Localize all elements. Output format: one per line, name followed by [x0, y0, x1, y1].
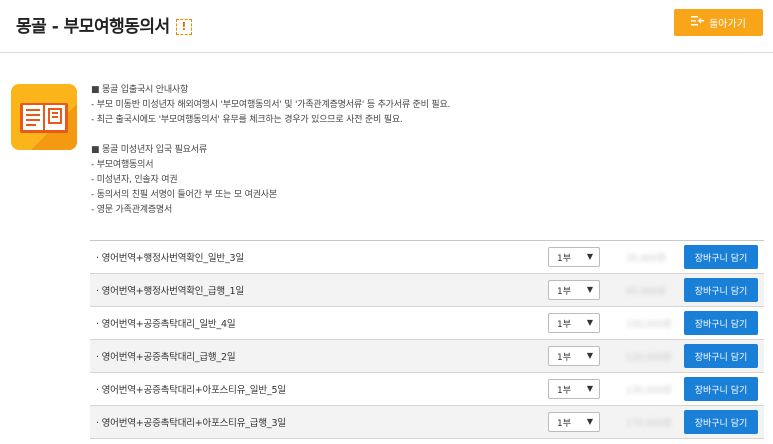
document-icon: [11, 84, 77, 150]
table-row: · 영어번역+공증촉탁대리+아포스티유_일반_5일 1부 ▼ 130,000원 장…: [90, 373, 764, 406]
quantity-select[interactable]: 1부 ▼: [548, 280, 600, 300]
back-button-label: 돌아가기: [709, 19, 746, 30]
add-to-cart-button[interactable]: 장바구니 담기: [684, 245, 758, 269]
add-to-cart-button[interactable]: 장바구니 담기: [684, 311, 758, 335]
quantity-select[interactable]: 1부 ▼: [548, 313, 600, 333]
product-name: · 영어번역+행정사번역확인_급행_1일: [96, 286, 244, 297]
product-name: · 영어번역+공증촉탁대리+아포스티유_급행_3일: [96, 418, 286, 429]
product-name: · 영어번역+공증촉탁대리_일반_4일: [96, 319, 236, 330]
price: 45,000원: [626, 286, 666, 297]
product-name: · 영어번역+공증촉탁대리+아포스티유_일반_5일: [96, 385, 286, 396]
quantity-select[interactable]: 1부 ▼: [548, 379, 600, 399]
page-header: 몽골 - 부모여행동의서! 돌아가기: [0, 0, 773, 53]
table-row: · 영어번역+공증촉탁대리+아포스티유_급행_3일 1부 ▼ 170,000원 장…: [90, 406, 764, 439]
chevron-down-icon: ▼: [586, 252, 593, 261]
add-to-cart-button[interactable]: 장바구니 담기: [684, 377, 758, 401]
table-row: · 영어번역+공증촉탁대리_일반_4일 1부 ▼ 100,000원 장바구니 담기: [90, 307, 764, 340]
add-to-cart-button[interactable]: 장바구니 담기: [684, 410, 758, 434]
alert-icon: !: [175, 19, 192, 35]
notice-line: - 미성년자, 인솔자 여권: [91, 175, 178, 185]
chevron-down-icon: ▼: [586, 318, 593, 327]
add-to-cart-button[interactable]: 장바구니 담기: [684, 344, 758, 368]
product-name: · 영어번역+행정사번역확인_일반_3일: [96, 253, 244, 264]
price: 100,000원: [626, 319, 672, 330]
chevron-down-icon: ▼: [586, 384, 593, 393]
chevron-down-icon: ▼: [586, 351, 593, 360]
notice-text: ■ 몽골 입출국시 안내사항 - 부모 미동반 미성년자 해외여행시 '부모여행…: [91, 83, 450, 218]
page-title: 몽골 - 부모여행동의서!: [16, 12, 192, 37]
price: 170,000원: [626, 418, 672, 429]
notice-line: - 영문 가족관계증명서: [91, 205, 173, 215]
price: 120,000원: [626, 352, 672, 363]
quantity-select[interactable]: 1부 ▼: [548, 412, 600, 432]
quantity-select[interactable]: 1부 ▼: [548, 247, 600, 267]
notice-line: ■ 몽골 미성년자 입국 필요서류: [91, 145, 207, 155]
notice-line: - 동의서의 친필 서명이 들어간 부 또는 모 여권사본: [91, 190, 277, 200]
table-row: · 영어번역+행정사번역확인_급행_1일 1부 ▼ 45,000원 장바구니 담기: [90, 274, 764, 307]
price: 130,000원: [626, 385, 672, 396]
product-table: · 영어번역+행정사번역확인_일반_3일 1부 ▼ 35,000원 장바구니 담기…: [90, 240, 764, 439]
product-name: · 영어번역+공증촉탁대리_급행_2일: [96, 352, 236, 363]
back-button[interactable]: 돌아가기: [674, 9, 763, 36]
notice-line: - 부모 미동반 미성년자 해외여행시 '부모여행동의서' 및 '가족관계증명서…: [91, 100, 451, 110]
list-back-icon: [691, 16, 705, 29]
quantity-select[interactable]: 1부 ▼: [548, 346, 600, 366]
chevron-down-icon: ▼: [586, 417, 593, 426]
page-title-text: 몽골 - 부모여행동의서: [16, 17, 170, 37]
notice-line: - 부모여행동의서: [91, 160, 154, 170]
chevron-down-icon: ▼: [586, 285, 593, 294]
notice-line: ■ 몽골 입출국시 안내사항: [91, 85, 189, 95]
notice-line: - 최근 출국시에도 '부모여행동의서' 유무를 체크하는 경우가 있으므로 사…: [91, 115, 403, 125]
table-row: · 영어번역+행정사번역확인_일반_3일 1부 ▼ 35,000원 장바구니 담기: [90, 241, 764, 274]
add-to-cart-button[interactable]: 장바구니 담기: [684, 278, 758, 302]
price: 35,000원: [626, 253, 666, 264]
table-row: · 영어번역+공증촉탁대리_급행_2일 1부 ▼ 120,000원 장바구니 담기: [90, 340, 764, 373]
